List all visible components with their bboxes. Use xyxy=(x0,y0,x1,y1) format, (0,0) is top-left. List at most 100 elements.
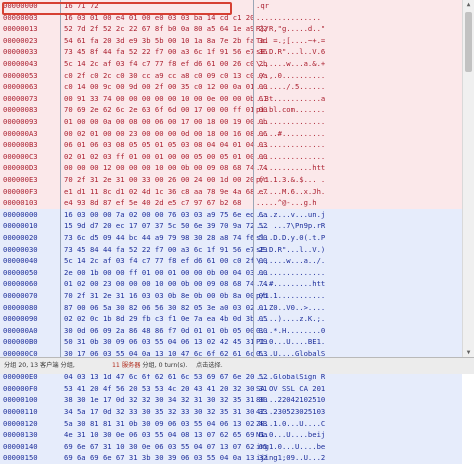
client-dump-row[interactable]: 00000070 70 2f 31 2e 31 16 03 03 0b 8e 0b… xyxy=(0,290,462,302)
client-dump-row[interactable]: 00000030 73 45 84 44 fa 52 22 f7 00 a3 6c… xyxy=(0,243,462,256)
client-dump-row[interactable]: 00000000 16 03 00 00 7a 02 00 00 76 03 03… xyxy=(0,208,462,221)
server-dump-row[interactable]: 00000023 54 61 fa 20 3d e9 3b 5b 00 10 1a… xyxy=(0,34,462,47)
client-dump-row[interactable]: 00000010 15 9d d7 20 ec 17 07 37 5c 50 6e… xyxy=(0,220,462,232)
client-dump-row[interactable]: 00000050 2e 00 1b 00 00 ff 01 00 01 00 00… xyxy=(0,266,462,279)
server-dump-row[interactable]: 00000073 00 91 33 74 00 00 00 00 00 10 00… xyxy=(0,92,462,105)
server-hex-bytes: 70 2f 31 2e 31 00 33 00 26 00 24 00 1d 0… xyxy=(64,175,268,184)
client-hex-bytes: 30 0d 06 09 2a 86 48 86 f7 0d 01 01 0b 0… xyxy=(64,325,268,335)
server-offset: 00000063 xyxy=(3,82,38,92)
client-offset: 00000030 xyxy=(3,244,38,254)
server-dump-row[interactable]: 000000B3 06 01 06 03 08 05 05 01 05 03 08… xyxy=(0,139,462,151)
server-offset: 00000043 xyxy=(3,59,38,68)
client-hex-bytes: 69 6e 67 31 10 30 0e 06 03 55 04 07 13 0… xyxy=(64,441,268,451)
server-offset: 000000D3 xyxy=(3,163,38,173)
server-dump-row[interactable]: 00000013 52 7d 2f 52 2c 22 67 8f b0 0a 80… xyxy=(0,23,462,35)
vertical-scrollbar[interactable]: ▲ ▼ xyxy=(462,0,474,357)
client-offset: 00000000 xyxy=(3,209,38,219)
client-offset: 00000140 xyxy=(3,441,38,451)
scroll-up-icon[interactable]: ▲ xyxy=(465,1,472,8)
client-hex-bytes: 70 2f 31 2e 31 16 03 03 0b 8e 0b 00 0b 8… xyxy=(64,291,268,300)
client-hex-bytes: 16 03 00 00 7a 02 00 00 76 03 03 a9 75 6… xyxy=(64,209,268,219)
selection-highlight-box xyxy=(2,2,232,15)
client-dump-row[interactable]: 00000020 73 6c d5 09 44 bc 44 a9 79 98 30… xyxy=(0,232,462,244)
client-dump-row[interactable]: 00000120 5a 30 81 81 31 0b 30 09 06 03 55… xyxy=(0,417,462,430)
server-hex-bytes: 01 00 00 0a 00 08 00 06 00 17 00 18 00 1… xyxy=(64,117,268,126)
client-offset: 00000110 xyxy=(3,407,38,416)
client-hex-bytes: 73 45 84 44 fa 52 22 f7 00 a3 6c 1f 91 5… xyxy=(64,244,268,254)
client-ascii-text: sl..D.D.y.0(.t.P xyxy=(256,233,326,242)
client-offset: 00000020 xyxy=(3,233,38,242)
client-dump-row[interactable]: 00000040 5c 14 2c af 03 f4 c7 77 f8 ef d6… xyxy=(0,255,462,267)
server-dump-row[interactable]: 00000103 e4 93 8d 87 ef 5e 40 2d e5 c7 97… xyxy=(0,197,462,209)
server-hex-bytes: 00 91 33 74 00 00 00 00 00 10 00 0e 00 0… xyxy=(64,93,268,103)
server-ascii-text: ................ xyxy=(256,140,326,150)
server-ascii-text: pi.bl.com....... xyxy=(256,105,326,115)
client-dump-row[interactable]: 00000130 4e 31 10 30 0e 06 03 55 04 08 13… xyxy=(0,429,462,441)
server-ascii-text: p/1.1.3.&.$... . xyxy=(256,175,326,184)
client-dump-row[interactable]: 00000090 02 02 0c 1b 8d 29 fb c3 f1 0e 7a… xyxy=(0,313,462,325)
client-dump-row[interactable]: 00000150 69 6a 69 6e 67 31 3b 30 39 06 03… xyxy=(0,452,462,464)
server-dump-row[interactable]: 00000063 c0 14 00 9c 00 9d 00 2f 00 35 c0… xyxy=(0,81,462,93)
status-turns-text: 分组, 0 turn(s). xyxy=(142,362,188,369)
server-dump-row[interactable]: 000000F3 e1 d1 11 8c d1 02 4d 1c 36 c8 aa… xyxy=(0,185,462,198)
ascii-divider xyxy=(253,0,254,357)
server-dump-row[interactable]: 00000033 73 45 8f 44 fa 52 22 f7 00 a3 6c… xyxy=(0,46,462,58)
server-dump-row[interactable]: 00000043 5c 14 2c af 03 f4 c7 77 f8 ef d6… xyxy=(0,58,462,70)
server-offset: 00000023 xyxy=(3,35,38,45)
server-hex-bytes: 5c 14 2c af 03 f4 c7 77 f8 ef d6 61 00 2… xyxy=(64,59,268,68)
client-offset: 00000050 xyxy=(3,267,38,277)
client-hex-bytes: 87 00 06 5a 30 82 06 56 30 82 05 3e a0 0… xyxy=(64,302,268,312)
server-dump-row[interactable]: 00000093 01 00 00 0a 00 08 00 06 00 17 00… xyxy=(0,116,462,128)
server-ascii-text: .............htt xyxy=(256,163,326,173)
scroll-down-icon[interactable]: ▼ xyxy=(465,349,472,356)
server-hex-bytes: 06 01 06 03 08 05 05 01 05 03 08 04 04 0… xyxy=(64,140,268,150)
follow-stream-window: 00000000 16 71 72 .qr 00000003 16 03 01 00 e… xyxy=(0,0,474,464)
server-ascii-text: .qr xyxy=(256,1,269,10)
client-dump-row[interactable]: 000000A0 30 0d 06 09 2a 86 48 86 f7 0d 01… xyxy=(0,324,462,337)
client-ascii-text: ing1.0...U....be xyxy=(256,441,326,451)
server-ascii-text: ................ xyxy=(256,151,326,161)
client-dump-row[interactable]: 00000100 38 30 1e 17 0d 32 32 30 34 32 31… xyxy=(0,394,462,406)
client-dump-row[interactable]: 00000060 01 02 00 23 00 00 00 10 00 0b 00… xyxy=(0,278,462,290)
server-ascii-text: R}/R,"g.....d.." xyxy=(256,24,326,34)
server-hex-bytes: 00 02 01 00 00 23 00 00 00 0d 00 18 00 1… xyxy=(64,128,268,138)
client-dump-row[interactable]: 000000F0 53 41 20 4f 56 20 53 53 4c 20 43… xyxy=(0,382,462,395)
client-hex-bytes: 2e 00 1b 00 00 ff 01 00 01 00 00 0b 00 0… xyxy=(64,267,268,277)
server-dump-row[interactable]: 000000A3 00 02 01 00 00 23 00 00 00 0d 00… xyxy=(0,127,462,140)
client-hex-bytes: 53 41 20 4f 56 20 53 53 4c 20 43 41 20 3… xyxy=(64,383,268,393)
server-dump-row[interactable]: 000000D3 00 00 00 12 00 00 00 10 00 0b 00… xyxy=(0,162,462,174)
server-dump-row[interactable]: 000000E3 70 2f 31 2e 31 00 33 00 26 00 24… xyxy=(0,174,462,186)
client-ascii-text: SA OV SSL CA 201 xyxy=(256,383,326,393)
server-offset: 00000083 xyxy=(3,105,38,115)
client-offset: 00000120 xyxy=(3,418,38,428)
server-offset: 000000C3 xyxy=(3,151,38,161)
client-ascii-text: 0...*.H........0 xyxy=(256,325,326,335)
client-offset: 00000130 xyxy=(3,430,38,440)
server-offset: 00000093 xyxy=(3,117,38,126)
client-offset: 00000060 xyxy=(3,279,38,289)
status-bar: 分组 20, 13 客户端 分组, 11 服务器 分组, 0 turn(s). … xyxy=(0,357,474,374)
client-dump-row[interactable]: 00000140 69 6e 67 31 10 30 0e 06 03 55 04… xyxy=(0,440,462,453)
client-offset: 000000B0 xyxy=(3,337,38,347)
status-packets-text: 分组 20, 13 客户端 分组, xyxy=(4,362,75,369)
scrollbar-thumb[interactable] xyxy=(465,12,472,72)
server-offset: 00000073 xyxy=(3,93,38,103)
client-ascii-text: 4Z..230523025103 xyxy=(256,407,326,416)
server-dump-row[interactable]: 000000C3 02 01 02 03 ff 01 00 01 00 00 05… xyxy=(0,150,462,163)
client-ascii-text: ijing1;09..U...2 xyxy=(256,453,326,463)
client-offset: 00000070 xyxy=(3,291,38,300)
server-ascii-text: ..3t...........a xyxy=(256,93,326,103)
client-hex-bytes: 02 02 0c 1b 8d 29 fb c3 f1 0e 7a ea 4b 0… xyxy=(64,314,268,324)
client-dump-row[interactable]: 000000B0 50 31 0b 30 09 06 03 55 04 06 13… xyxy=(0,336,462,348)
server-hex-bytes: 54 61 fa 20 3d e9 3b 5b 00 10 1a 8a 7e 2… xyxy=(64,35,268,45)
server-dump-row[interactable]: 00000083 70 69 2e 62 6c 2e 63 6f 6d 00 17… xyxy=(0,104,462,116)
server-dump-row[interactable]: 00000053 c0 2f c0 2c c0 30 cc a9 cc a8 c0… xyxy=(0,69,462,82)
client-offset: 00000150 xyxy=(3,453,38,463)
client-dump-row[interactable]: 00000110 34 5a 17 0d 32 33 30 35 32 33 30… xyxy=(0,406,462,418)
client-ascii-text: sE.D.R"...l..V.) xyxy=(256,244,326,254)
client-hex-bytes: 34 5a 17 0d 32 33 30 35 32 33 30 32 35 3… xyxy=(64,407,268,416)
server-offset: 00000013 xyxy=(3,24,38,34)
client-hex-bytes: 38 30 1e 17 0d 32 32 30 34 32 31 30 32 3… xyxy=(64,395,268,405)
client-dump-row[interactable]: 00000080 87 00 06 5a 30 82 06 56 30 82 05… xyxy=(0,301,462,314)
status-hint-text: 点击选择. xyxy=(196,362,223,369)
